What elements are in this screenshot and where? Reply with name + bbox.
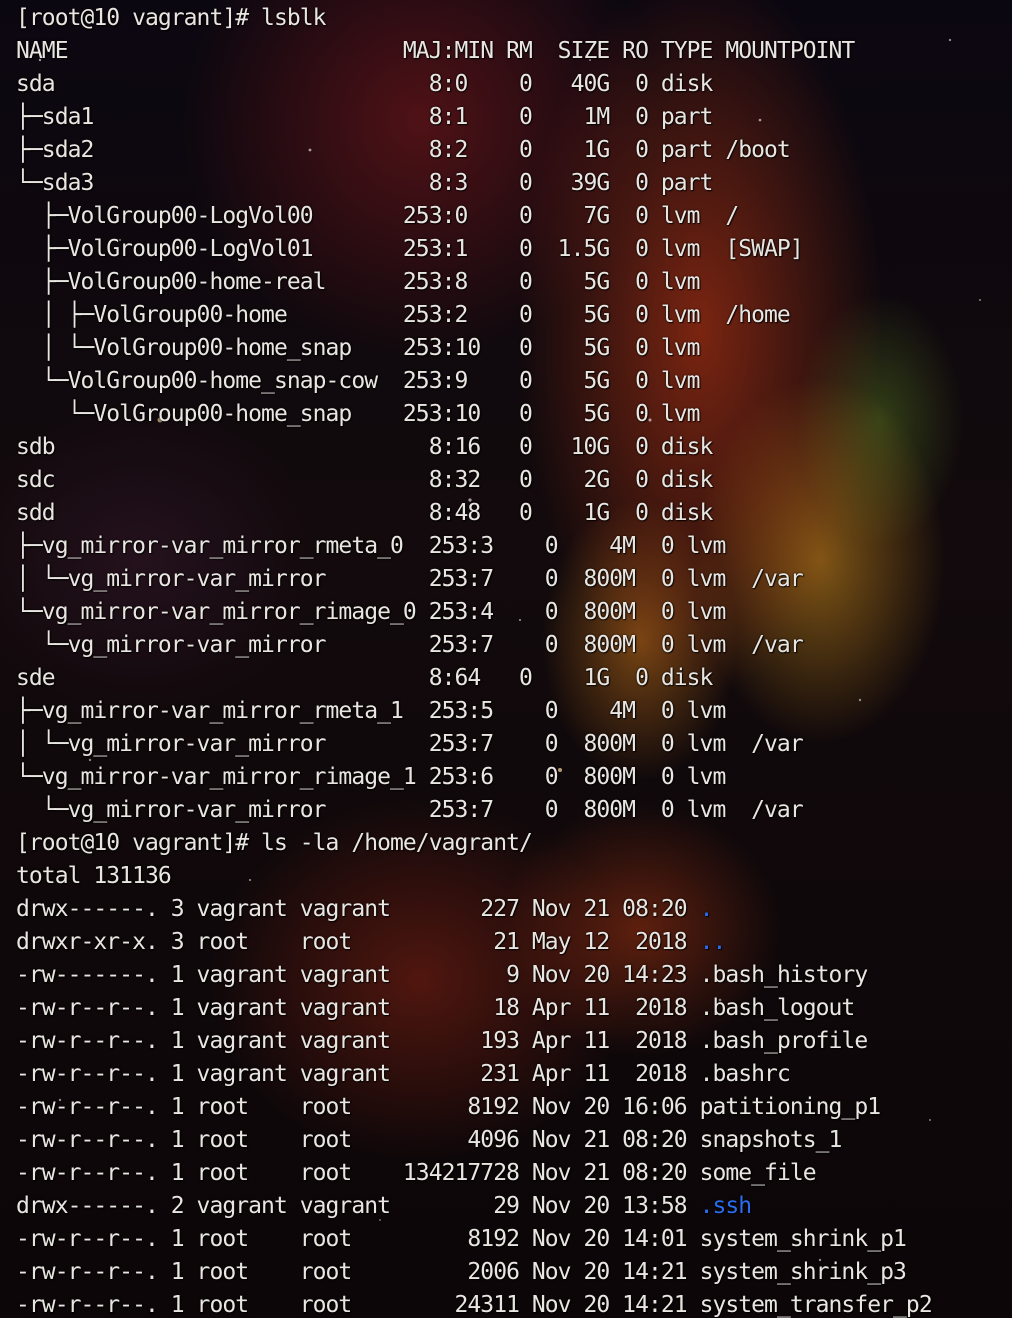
terminal-line: ├─vg_mirror-var_mirror_rmeta_1 253:5 0 4… bbox=[16, 698, 752, 724]
listing-row: -rw-r--r--. 1 vagrant vagrant 231 Apr 11… bbox=[16, 1058, 1008, 1091]
lsblk-header: NAME MAJ:MIN RM SIZE RO TYPE MOUNTPOINT bbox=[16, 38, 855, 64]
listing-meta: -rw-r--r--. 1 vagrant vagrant 18 Apr 11 … bbox=[16, 995, 700, 1021]
listing-row: -rw-r--r--. 1 root root 8192 Nov 20 14:0… bbox=[16, 1223, 1008, 1256]
terminal-output[interactable]: [root@10 vagrant]# lsblk NAME MAJ:MIN RM… bbox=[16, 2, 1008, 1318]
terminal-line: ├─sda2 8:2 0 1G 0 part /boot bbox=[16, 137, 791, 163]
listing-file-name: system_shrink_p3 bbox=[699, 1259, 907, 1285]
listing-row: -rw-------. 1 vagrant vagrant 9 Nov 20 1… bbox=[16, 959, 1008, 992]
terminal-line: │ ├─VolGroup00-home 253:2 0 5G 0 lvm /ho… bbox=[16, 302, 791, 328]
terminal-line: └─vg_mirror-var_mirror_rimage_0 253:4 0 … bbox=[16, 599, 752, 625]
listing-meta: -rw-r--r--. 1 root root 8192 Nov 20 16:0… bbox=[16, 1094, 700, 1120]
listing-row: -rw-r--r--. 1 root root 4096 Nov 21 08:2… bbox=[16, 1124, 1008, 1157]
listing-file-name: .bash_logout bbox=[699, 995, 856, 1021]
terminal-line: └─VolGroup00-home_snap 253:10 0 5G 0 lvm bbox=[16, 401, 726, 427]
listing-row: -rw-r--r--. 1 vagrant vagrant 193 Apr 11… bbox=[16, 1025, 1008, 1058]
listing-file-name: .bash_history bbox=[699, 962, 869, 988]
listing-file-name: some_file bbox=[699, 1160, 817, 1186]
listing-meta: -rw-r--r--. 1 vagrant vagrant 231 Apr 11… bbox=[16, 1061, 700, 1087]
terminal-line: total 131136 bbox=[16, 863, 172, 889]
listing-row: -rw-r--r--. 1 root root 8192 Nov 20 16:0… bbox=[16, 1091, 1008, 1124]
listing-meta: -rw-------. 1 vagrant vagrant 9 Nov 20 1… bbox=[16, 962, 700, 988]
listing-meta: -rw-r--r--. 1 root root 134217728 Nov 21… bbox=[16, 1160, 700, 1186]
terminal-line: │ └─VolGroup00-home_snap 253:10 0 5G 0 l… bbox=[16, 335, 726, 361]
terminal-line: ├─vg_mirror-var_mirror_rmeta_0 253:3 0 4… bbox=[16, 533, 752, 559]
terminal-line: └─VolGroup00-home_snap-cow 253:9 0 5G 0 … bbox=[16, 368, 726, 394]
terminal-line: ├─VolGroup00-LogVol00 253:0 0 7G 0 lvm / bbox=[16, 203, 739, 229]
terminal-line: └─sda3 8:3 0 39G 0 part bbox=[16, 170, 726, 196]
listing-row: -rw-r--r--. 1 root root 2006 Nov 20 14:2… bbox=[16, 1256, 1008, 1289]
terminal-line: ├─VolGroup00-home-real 253:8 0 5G 0 lvm bbox=[16, 269, 726, 295]
listing-meta: -rw-r--r--. 1 root root 4096 Nov 21 08:2… bbox=[16, 1127, 700, 1153]
listing-meta: -rw-r--r--. 1 root root 8192 Nov 20 14:0… bbox=[16, 1226, 700, 1252]
listing-row: -rw-r--r--. 1 root root 134217728 Nov 21… bbox=[16, 1157, 1008, 1190]
terminal-line: [root@10 vagrant]# ls -la /home/vagrant/ bbox=[16, 830, 533, 856]
listing-file-name: .bash_profile bbox=[699, 1028, 869, 1054]
listing-file-name: snapshots_1 bbox=[699, 1127, 843, 1153]
listing-dir-name: . bbox=[699, 896, 714, 922]
listing-file-name: .bashrc bbox=[699, 1061, 791, 1087]
terminal-line: sdd 8:48 0 1G 0 disk bbox=[16, 500, 726, 526]
terminal-line: sda 8:0 0 40G 0 disk bbox=[16, 71, 726, 97]
terminal-line: └─vg_mirror-var_mirror 253:7 0 800M 0 lv… bbox=[16, 632, 804, 658]
terminal-line: sdb 8:16 0 10G 0 disk bbox=[16, 434, 726, 460]
listing-meta: -rw-r--r--. 1 root root 24311 Nov 20 14:… bbox=[16, 1292, 700, 1318]
terminal-line: └─vg_mirror-var_mirror 253:7 0 800M 0 lv… bbox=[16, 797, 804, 823]
listing-row: drwx------. 2 vagrant vagrant 29 Nov 20 … bbox=[16, 1190, 1008, 1223]
listing-row: drwx------. 3 vagrant vagrant 227 Nov 21… bbox=[16, 893, 1008, 926]
listing-file-name: system_shrink_p1 bbox=[699, 1226, 907, 1252]
listing-meta: -rw-r--r--. 1 root root 2006 Nov 20 14:2… bbox=[16, 1259, 700, 1285]
listing-row: drwxr-xr-x. 3 root root 21 May 12 2018 .… bbox=[16, 926, 1008, 959]
terminal-line: sde 8:64 0 1G 0 disk bbox=[16, 665, 726, 691]
terminal-line: sdc 8:32 0 2G 0 disk bbox=[16, 467, 726, 493]
listing-file-name: system_transfer_p2 bbox=[699, 1292, 933, 1318]
terminal-line: ├─sda1 8:1 0 1M 0 part bbox=[16, 104, 726, 130]
terminal-line: ├─VolGroup00-LogVol01 253:1 0 1.5G 0 lvm… bbox=[16, 236, 804, 262]
listing-dir-name: .ssh bbox=[699, 1193, 753, 1219]
listing-meta: drwx------. 3 vagrant vagrant 227 Nov 21… bbox=[16, 896, 700, 922]
terminal-line: │ └─vg_mirror-var_mirror 253:7 0 800M 0 … bbox=[16, 731, 804, 757]
listing-file-name: patitioning_p1 bbox=[699, 1094, 882, 1120]
listing-row: -rw-r--r--. 1 vagrant vagrant 18 Apr 11 … bbox=[16, 992, 1008, 1025]
listing-meta: -rw-r--r--. 1 vagrant vagrant 193 Apr 11… bbox=[16, 1028, 700, 1054]
terminal-line: └─vg_mirror-var_mirror_rimage_1 253:6 0 … bbox=[16, 764, 752, 790]
listing-meta: drwxr-xr-x. 3 root root 21 May 12 2018 bbox=[16, 929, 700, 955]
terminal-line: │ └─vg_mirror-var_mirror 253:7 0 800M 0 … bbox=[16, 566, 804, 592]
terminal-line: [root@10 vagrant]# lsblk bbox=[16, 5, 326, 31]
listing-row: -rw-r--r--. 1 root root 24311 Nov 20 14:… bbox=[16, 1289, 1008, 1318]
listing-dir-name: .. bbox=[699, 929, 727, 955]
terminal-window[interactable]: [root@10 vagrant]# lsblk NAME MAJ:MIN RM… bbox=[0, 0, 1012, 1318]
listing-meta: drwx------. 2 vagrant vagrant 29 Nov 20 … bbox=[16, 1193, 700, 1219]
